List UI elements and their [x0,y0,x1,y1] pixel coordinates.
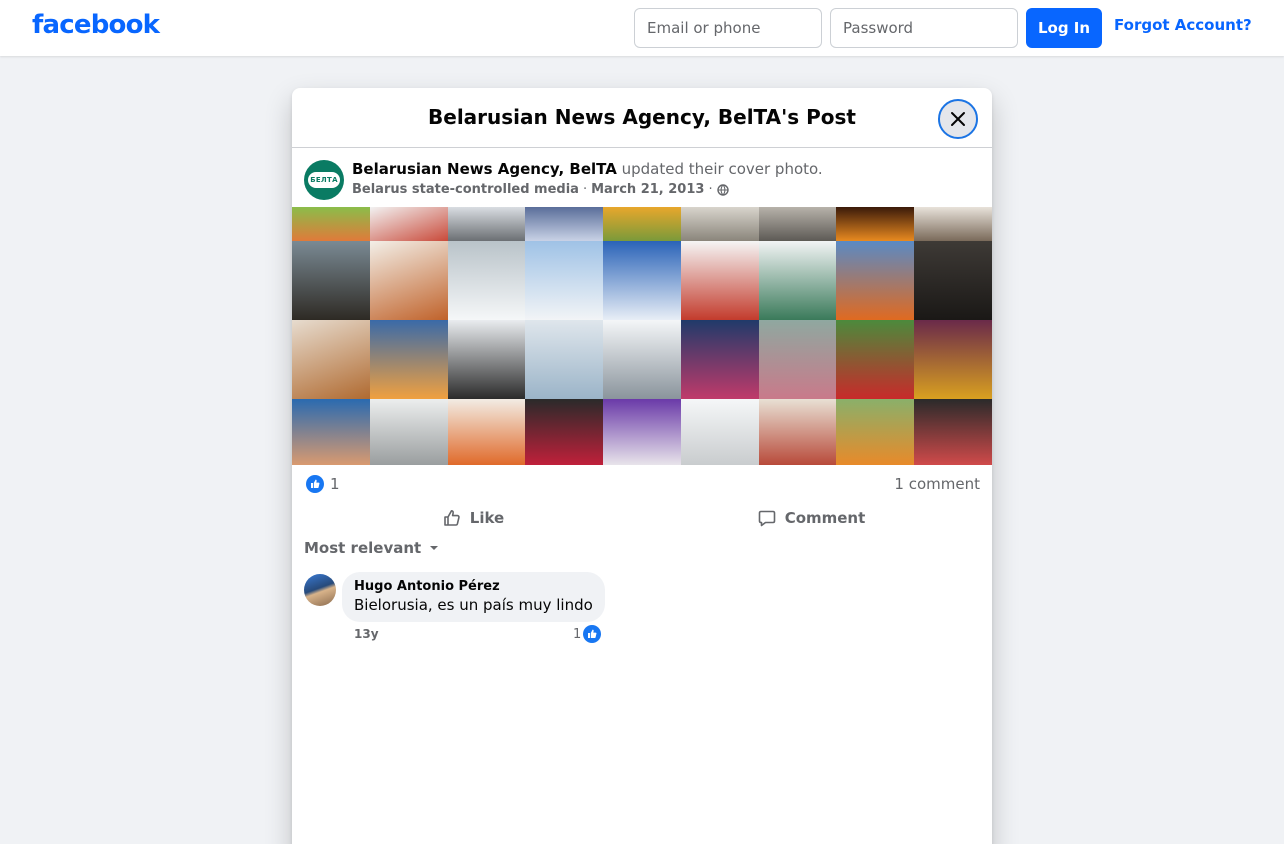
dialog-title: Belarusian News Agency, BelTA's Post [428,105,856,129]
photo-tile [836,399,915,465]
action-bar: Like Comment [304,500,980,536]
photo-tile [914,320,992,399]
post-author-link[interactable]: Belarusian News Agency, BelTA [352,160,617,178]
photo-tile [914,399,992,465]
email-input[interactable] [634,8,822,48]
photo-tile [603,320,681,399]
post-action-text: updated their cover photo. [616,160,823,178]
comment-bubble-icon [758,510,775,527]
photo-tile [292,399,370,465]
reaction-summary[interactable]: 1 [306,475,340,493]
photo-tile [525,320,604,399]
password-input[interactable] [830,8,1018,48]
commenter-avatar[interactable] [304,574,336,606]
comment-timestamp[interactable]: 13y [354,627,379,641]
media-label: Belarus state-controlled media [352,182,579,197]
comment-sort-dropdown[interactable]: Most relevant [304,539,439,557]
like-count: 1 [330,475,340,493]
comment-text: Bielorusia, es un país muy lindo [354,596,593,614]
thumbs-up-icon [443,510,460,526]
photo-tile [447,207,526,241]
photo-tile [758,241,837,320]
photo-tile [369,241,448,320]
photo-tile [525,207,604,241]
photo-tile [680,241,759,320]
photo-tile [447,241,526,320]
avatar-logo-text: БЕЛТА [310,176,338,184]
photo-tile [292,320,370,399]
comment-reaction-count: 1 [573,626,582,642]
meta-separator: · [708,182,713,197]
like-label: Like [469,509,505,527]
facebook-logo[interactable]: facebook [32,10,160,40]
photo-tile [836,241,915,320]
photo-tile [292,207,370,241]
photo-tile [680,399,759,465]
photo-tile [369,399,448,465]
photo-tile [758,399,837,465]
post-date-link[interactable]: March 21, 2013 [591,182,704,197]
close-icon [951,112,965,126]
photo-tile [603,241,681,320]
forgot-account-link[interactable]: Forgot Account? [1114,16,1252,34]
post-meta: Belarus state-controlled media · March 2… [352,182,729,197]
comment-label: Comment [784,509,866,527]
photo-tile [603,207,681,241]
photo-tile [836,207,915,241]
comment-bubble: Hugo Antonio Pérez Bielorusia, es un paí… [342,572,605,622]
photo-tile [369,207,448,241]
post-dialog: Belarusian News Agency, BelTA's Post БЕЛ… [292,88,992,844]
globe-icon [716,183,729,196]
photo-tile [369,320,448,399]
photo-tile [525,241,604,320]
like-reaction-icon [583,625,602,643]
photo-tile [603,399,681,465]
post-header: БЕЛТА Belarusian News Agency, BelTA upda… [304,160,984,204]
comment-count[interactable]: 1 comment [894,475,980,493]
login-button[interactable]: Log In [1026,8,1102,48]
avatar-logo-band: БЕЛТА [308,172,340,188]
photo-tile [292,241,370,320]
close-button[interactable] [938,99,978,139]
cover-photo[interactable] [292,207,992,465]
photo-tile [758,320,837,399]
like-button[interactable]: Like [304,500,642,536]
caret-down-icon [430,546,439,550]
photo-tile [680,207,759,241]
commenter-name[interactable]: Hugo Antonio Pérez [354,579,593,595]
dialog-header: Belarusian News Agency, BelTA's Post [292,88,992,148]
comment-reactions[interactable]: 1 [573,625,602,643]
photo-tile [447,320,526,399]
meta-separator: · [582,182,588,197]
photo-tile [525,399,604,465]
photo-tile [914,207,992,241]
top-bar: facebook Log In Forgot Account? [0,0,1284,56]
photo-tile [914,241,992,320]
like-reaction-icon [306,475,324,493]
post-headline: Belarusian News Agency, BelTA updated th… [352,160,823,178]
comment-button[interactable]: Comment [642,500,980,536]
photo-tile [836,320,915,399]
photo-tile [758,207,837,241]
photo-tile [680,320,759,399]
photo-tile [447,399,526,465]
sort-label: Most relevant [304,539,422,557]
page-avatar[interactable]: БЕЛТА [304,160,344,200]
